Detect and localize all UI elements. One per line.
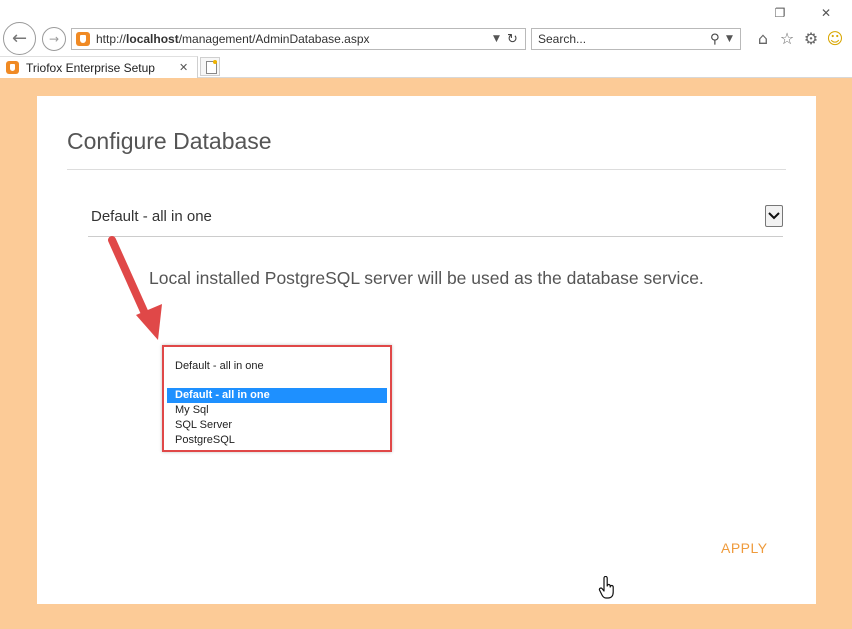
url-prefix: http:// xyxy=(96,32,127,46)
close-window-icon[interactable]: ✕ xyxy=(814,6,838,20)
annotation-arrow-icon xyxy=(108,236,162,340)
dropdown-option-list: Default - all in one My Sql SQL Server P… xyxy=(167,388,387,448)
dropdown-option-mysql[interactable]: My Sql xyxy=(167,403,387,418)
restore-window-icon[interactable]: ❐ xyxy=(768,6,792,20)
refresh-icon[interactable]: ↻ xyxy=(507,32,525,47)
url-host: localhost xyxy=(126,32,179,46)
chevron-down-icon[interactable] xyxy=(765,205,783,227)
address-bar[interactable]: http:// localhost /management/AdminDatab… xyxy=(71,28,526,50)
site-shield-icon xyxy=(76,32,90,46)
feedback-smiley-icon[interactable]: ☺ xyxy=(825,29,845,48)
new-tab-button[interactable] xyxy=(200,57,220,76)
page-title: Configure Database xyxy=(67,128,272,154)
dropdown-option-postgresql[interactable]: PostgreSQL xyxy=(167,433,387,448)
title-divider xyxy=(67,169,786,170)
dropdown-option-sqlserver[interactable]: SQL Server xyxy=(167,418,387,433)
address-dropdown-icon[interactable]: ▼ xyxy=(493,34,507,44)
forward-arrow-icon: → xyxy=(48,32,60,46)
dropdown-current-value: Default - all in one xyxy=(175,360,264,372)
search-input[interactable]: Search... xyxy=(538,32,710,46)
browser-chrome: ❐ ✕ ← → http:// localhost /management/Ad… xyxy=(0,0,852,78)
database-description: Local installed PostgreSQL server will b… xyxy=(149,268,704,288)
tab-close-icon[interactable]: ✕ xyxy=(179,61,197,74)
database-dropdown-popup: Default - all in one Default - all in on… xyxy=(162,345,392,452)
back-arrow-icon: ← xyxy=(11,28,28,49)
forward-button[interactable]: → xyxy=(42,27,66,51)
back-button[interactable]: ← xyxy=(3,22,36,55)
home-icon[interactable]: ⌂ xyxy=(753,29,773,48)
footer-copyright: © 2015-2019 GLADINET, INC. ALL RIGHTS RE… xyxy=(556,594,810,605)
database-type-value: Default - all in one xyxy=(91,208,212,225)
hand-cursor-icon xyxy=(598,576,614,599)
favorites-star-icon[interactable]: ☆ xyxy=(777,29,797,48)
tab-site-icon xyxy=(6,61,19,74)
apply-button[interactable]: APPLY xyxy=(713,538,776,558)
tab-triofox-setup[interactable]: Triofox Enterprise Setup ✕ xyxy=(0,56,198,78)
tab-title: Triofox Enterprise Setup xyxy=(26,60,155,75)
database-type-select[interactable]: Default - all in one xyxy=(88,200,783,237)
search-icon[interactable]: ⚲ xyxy=(710,32,726,47)
search-box[interactable]: Search... ⚲ ▼ xyxy=(531,28,741,50)
url-path: /management/AdminDatabase.aspx xyxy=(178,32,370,46)
settings-gear-icon[interactable]: ⚙ xyxy=(801,29,821,48)
search-dropdown-icon[interactable]: ▼ xyxy=(726,34,740,44)
dropdown-option-default[interactable]: Default - all in one xyxy=(167,388,387,403)
setup-card xyxy=(37,96,816,604)
